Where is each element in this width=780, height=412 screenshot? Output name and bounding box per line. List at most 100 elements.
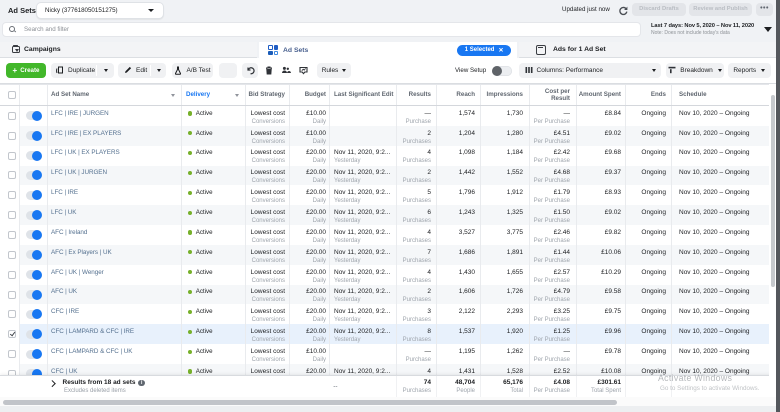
chevron-down-icon[interactable] (104, 69, 108, 72)
delete-button[interactable] (261, 63, 276, 78)
create-button[interactable]: +Create (6, 63, 46, 78)
table-row[interactable]: LFC | IRE | JURGENActiveLowest costConve… (0, 106, 780, 126)
table-row[interactable]: LFC | UKActiveLowest costConversions£20.… (0, 205, 780, 225)
ab-test-button[interactable]: A/B Test (172, 63, 213, 78)
ad-set-name-link[interactable]: CFC | IRE (51, 308, 181, 315)
active-toggle[interactable] (26, 151, 41, 160)
select-all-checkbox[interactable] (8, 91, 16, 99)
reports-button[interactable]: Reports (728, 63, 771, 78)
ad-set-name-link[interactable]: AFC | UK (51, 288, 181, 295)
duplicate-button[interactable]: Duplicate (51, 63, 114, 78)
ad-set-name-link[interactable]: LFC | UK (51, 209, 181, 216)
active-toggle[interactable] (26, 250, 41, 259)
col-cost-per-result[interactable]: Cost perResult (545, 88, 570, 103)
col-ad-set-name[interactable]: Ad Set Name (51, 91, 89, 99)
ad-set-name-link[interactable]: AFC | Ireland (51, 229, 181, 236)
table-row[interactable]: LFC | UK | EX PLAYERSActiveLowest costCo… (0, 146, 780, 166)
vertical-scrollbar[interactable] (771, 95, 776, 287)
row-checkbox[interactable] (8, 132, 16, 140)
table-row[interactable]: CFC | LAMPARD & CFC | UKActiveLowest cos… (0, 344, 780, 364)
ad-set-name-link[interactable]: AFC | Ex Players | UK (51, 249, 181, 256)
tab-ads[interactable]: Ads for 1 Ad Set (519, 42, 780, 58)
chevron-down-icon[interactable] (764, 27, 772, 32)
ad-set-name-link[interactable]: LFC | UK | JURGEN (51, 169, 181, 176)
expand-icon[interactable] (49, 380, 55, 386)
ad-set-name-link[interactable]: LFC | UK | EX PLAYERS (51, 149, 181, 156)
ad-set-name-link[interactable]: AFC | UK | Wenger (51, 269, 181, 276)
active-toggle[interactable] (26, 270, 41, 279)
chevron-down-icon[interactable] (157, 69, 161, 72)
ad-set-name-link[interactable]: CFC | UK (51, 368, 181, 375)
col-reach[interactable]: Reach (456, 91, 475, 99)
table-row[interactable]: CFC | IREActiveLowest costConversions£20… (0, 304, 780, 324)
row-checkbox[interactable] (8, 171, 16, 179)
active-toggle[interactable] (26, 230, 41, 239)
active-toggle[interactable] (26, 350, 41, 359)
refresh-icon[interactable] (618, 6, 628, 16)
row-checkbox[interactable] (8, 112, 16, 120)
search-input[interactable]: Search and filter (2, 22, 641, 37)
table-row[interactable]: AFC | IrelandActiveLowest costConversion… (0, 225, 780, 245)
undo-button[interactable] (242, 63, 258, 78)
col-ends[interactable]: Ends (651, 91, 666, 99)
ad-set-name-link[interactable]: LFC | IRE | JURGEN (51, 110, 181, 117)
sort-icon[interactable] (171, 94, 175, 97)
col-bid-strategy[interactable]: Bid Strategy (249, 91, 285, 99)
view-setup-toggle[interactable] (492, 66, 512, 76)
col-delivery[interactable]: Delivery (186, 91, 210, 99)
tab-campaigns[interactable]: Campaigns (0, 42, 257, 58)
date-range-picker[interactable]: Last 7 days: Nov 5, 2020 – Nov 11, 2020 … (651, 23, 754, 37)
table-row[interactable]: LFC | UK | JURGENActiveLowest costConver… (0, 166, 780, 186)
active-toggle[interactable] (26, 290, 41, 299)
row-checkbox[interactable] (8, 251, 16, 259)
review-publish-button[interactable]: Review and Publish (689, 3, 752, 16)
inspect-button[interactable] (295, 63, 312, 78)
discard-drafts-button[interactable]: Discard Drafts (632, 3, 686, 16)
table-row[interactable]: LFC | IREActiveLowest costConversions£20… (0, 185, 780, 205)
table-row[interactable]: CFC | LAMPARD & CFC | IREActiveLowest co… (0, 324, 780, 344)
close-icon[interactable]: ✕ (498, 47, 503, 54)
row-checkbox[interactable] (8, 330, 16, 338)
row-checkbox[interactable] (8, 211, 16, 219)
table-row[interactable]: AFC | UKActiveLowest costConversions£20.… (0, 285, 780, 305)
sort-icon[interactable] (235, 94, 239, 97)
rules-button[interactable]: Rules (317, 63, 351, 78)
col-last-edit[interactable]: Last Significant Edit (334, 91, 396, 99)
col-results[interactable]: Results (409, 91, 431, 99)
table-row[interactable]: LFC | IRE | EX PLAYERSActiveLowest costC… (0, 126, 780, 146)
selected-count-pill[interactable]: 1 Selected✕ (457, 45, 511, 56)
ad-set-name-link[interactable]: LFC | IRE | EX PLAYERS (51, 130, 181, 137)
audience-button[interactable] (278, 63, 293, 78)
active-toggle[interactable] (26, 111, 41, 120)
active-toggle[interactable] (26, 191, 41, 200)
active-toggle[interactable] (26, 171, 41, 180)
table-row[interactable]: AFC | Ex Players | UKActiveLowest costCo… (0, 245, 780, 265)
ad-set-name-link[interactable]: CFC | LAMPARD & CFC | IRE (51, 328, 181, 335)
ad-set-name-link[interactable]: CFC | LAMPARD & CFC | UK (51, 348, 181, 355)
active-toggle[interactable] (26, 330, 41, 339)
account-dropdown[interactable]: Nicky (377618050151275) (36, 2, 164, 19)
col-budget[interactable]: Budget (305, 91, 326, 99)
more-options-button[interactable]: ••• (756, 3, 773, 16)
row-checkbox[interactable] (8, 231, 16, 239)
tab-ad-sets[interactable]: Ad Sets 1 Selected✕ (259, 42, 517, 58)
row-checkbox[interactable] (8, 310, 16, 318)
col-schedule[interactable]: Schedule (679, 91, 780, 99)
ad-set-name-link[interactable]: LFC | IRE (51, 189, 181, 196)
active-toggle[interactable] (26, 131, 41, 140)
columns-button[interactable]: Columns: Performance (519, 63, 662, 78)
edit-button[interactable]: Edit (118, 63, 166, 78)
info-icon[interactable]: i (138, 380, 145, 387)
table-row[interactable]: AFC | UK | WengerActiveLowest costConver… (0, 265, 780, 285)
breakdown-button[interactable]: Breakdown (666, 63, 724, 78)
row-checkbox[interactable] (8, 291, 16, 299)
row-checkbox[interactable] (8, 350, 16, 358)
row-checkbox[interactable] (8, 152, 16, 160)
row-checkbox[interactable] (8, 271, 16, 279)
col-impressions[interactable]: Impressions (487, 91, 523, 99)
col-amount-spent[interactable]: Amount Spent (579, 91, 621, 99)
active-toggle[interactable] (26, 211, 41, 220)
active-toggle[interactable] (26, 310, 41, 319)
horizontal-scrollbar[interactable] (3, 400, 617, 405)
row-checkbox[interactable] (8, 191, 16, 199)
